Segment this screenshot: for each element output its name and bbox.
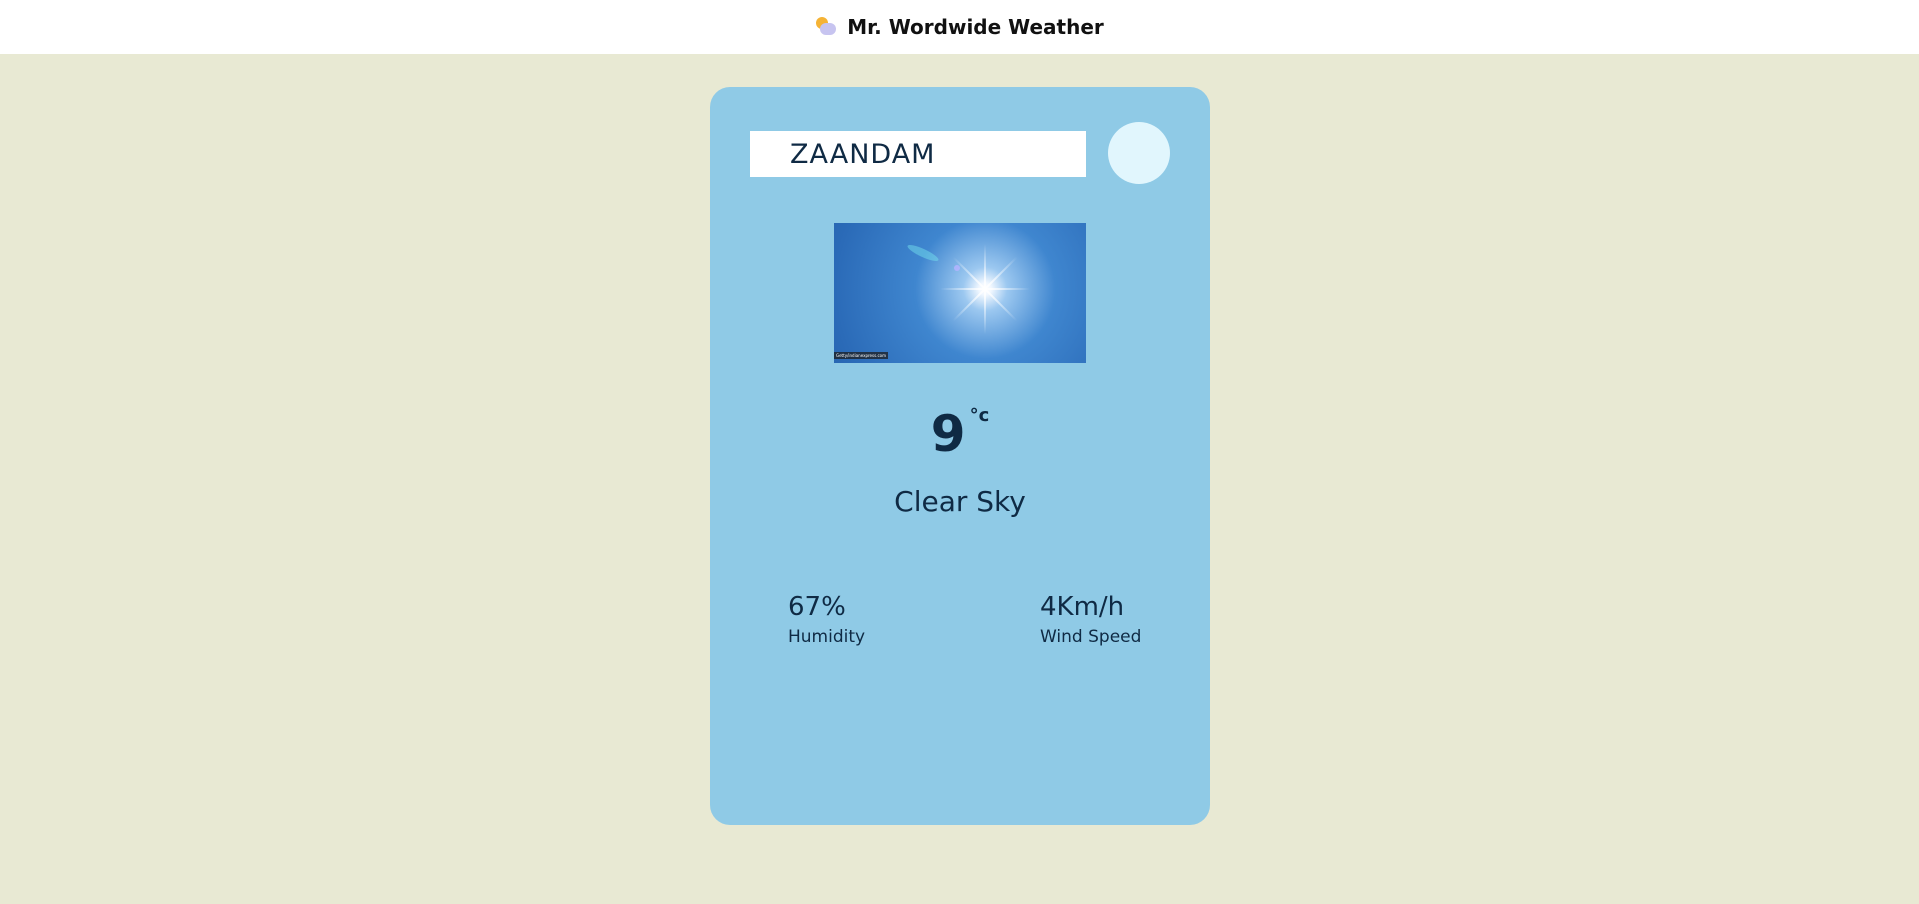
wind-speed-label: Wind Speed xyxy=(1040,627,1142,648)
temperature-display: 9 °c xyxy=(710,405,1210,463)
weather-condition: Clear Sky xyxy=(894,485,1026,518)
app-title: Mr. Wordwide Weather xyxy=(847,15,1104,39)
sun-behind-cloud-icon xyxy=(815,16,837,38)
city-search-input[interactable] xyxy=(750,131,1086,177)
humidity-value: 67% xyxy=(788,592,846,622)
humidity-stat: 67% Humidity xyxy=(788,592,865,647)
temperature-unit: °c xyxy=(969,405,990,426)
temperature-value: 9 xyxy=(930,405,966,463)
search-button[interactable] xyxy=(1108,122,1170,184)
wind-speed-value: 4Km/h xyxy=(1040,592,1125,622)
weather-card: Getty/indianexpress.com 9 °c Clear Sky 6… xyxy=(710,87,1210,825)
image-credit: Getty/indianexpress.com xyxy=(834,352,888,359)
wind-speed-stat: 4Km/h Wind Speed xyxy=(1040,592,1141,647)
top-bar: Mr. Wordwide Weather xyxy=(0,0,1919,54)
humidity-label: Humidity xyxy=(788,627,866,648)
weather-condition-image: Getty/indianexpress.com xyxy=(834,223,1086,363)
